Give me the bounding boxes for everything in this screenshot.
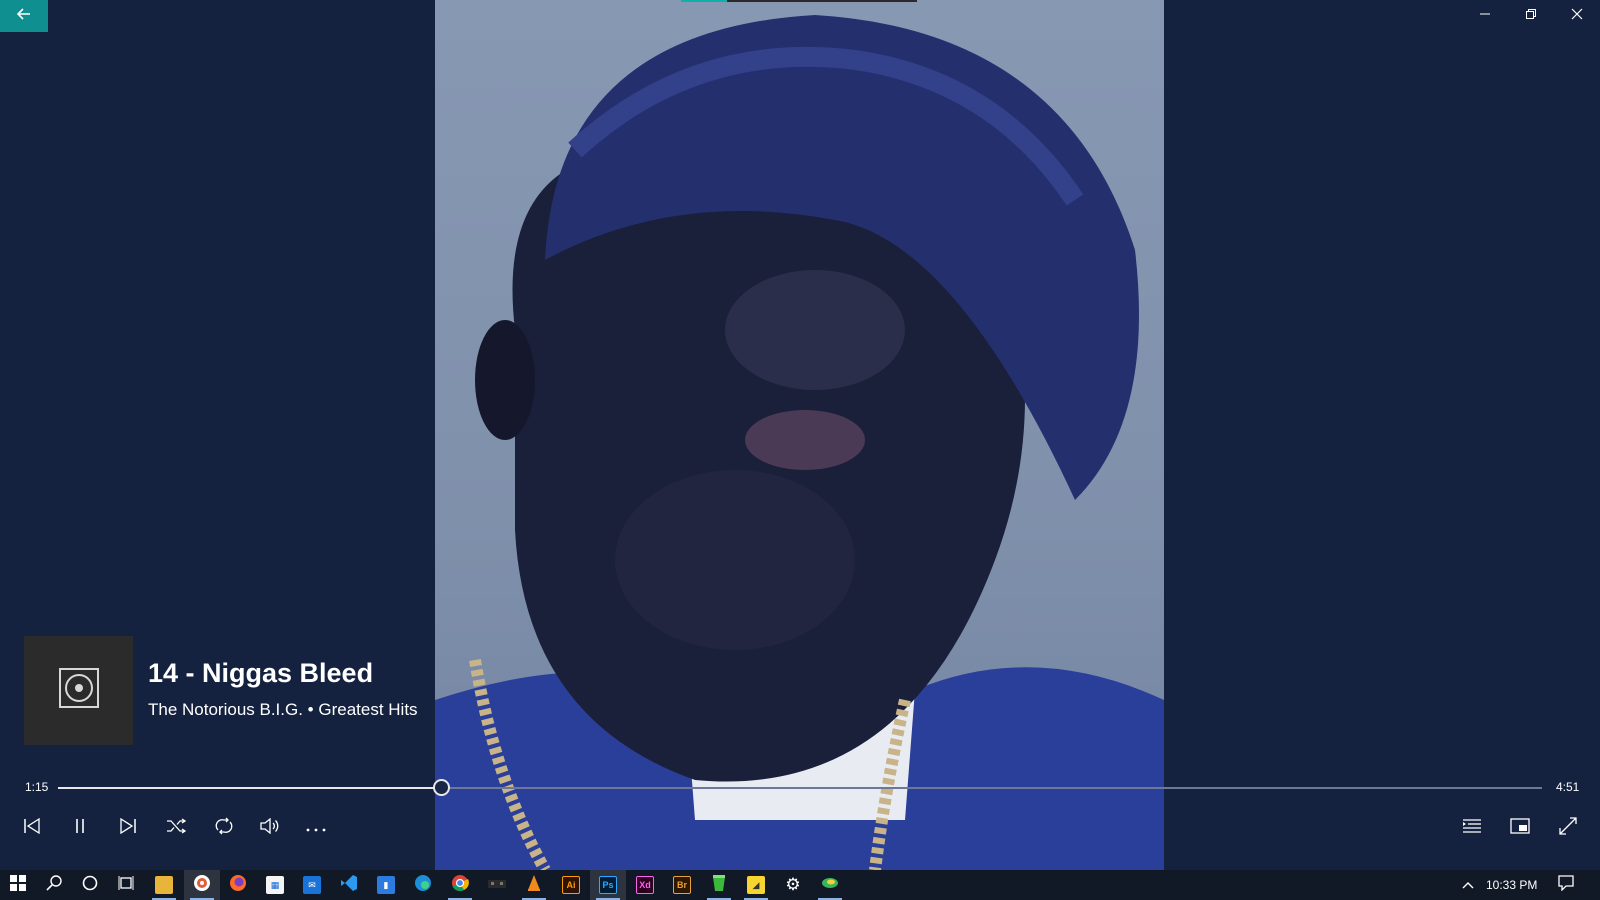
shuffle-button[interactable]: [158, 813, 194, 843]
search-button[interactable]: [36, 870, 72, 900]
blue-app-icon: ▮: [377, 876, 395, 894]
vscode-icon: [340, 874, 358, 897]
cortana-icon: [82, 875, 98, 896]
pause-button[interactable]: [62, 813, 98, 843]
taskbar-bridge[interactable]: Br: [664, 870, 700, 900]
minimize-button[interactable]: [1462, 0, 1508, 32]
taskbar-green-app[interactable]: [701, 870, 737, 900]
artist-portrait-illustration: [435, 15, 1164, 870]
restore-button[interactable]: [1508, 0, 1554, 32]
music-disc-icon: [58, 667, 100, 714]
album-art-placeholder: [24, 636, 133, 745]
previous-icon: [23, 817, 41, 839]
groove-music-icon: [193, 874, 211, 897]
taskbar-clock[interactable]: 10:33 PM: [1486, 878, 1537, 892]
taskbar-vlc[interactable]: [516, 870, 552, 900]
xd-icon: Xd: [636, 876, 654, 894]
show-hidden-icons-button[interactable]: [1455, 870, 1481, 900]
taskbar-edge[interactable]: [405, 870, 441, 900]
back-arrow-icon: [16, 6, 32, 27]
action-center-button[interactable]: [1548, 870, 1584, 900]
groove-music-window: 14 - Niggas Bleed The Notorious B.I.G. •…: [0, 0, 1600, 870]
full-screen-icon: [1559, 816, 1577, 840]
microsoft-store-icon: ▦: [266, 876, 284, 894]
photoshop-icon: Ps: [599, 876, 617, 894]
chevron-up-icon: [1462, 876, 1474, 894]
settings-gear-icon: ⚙: [785, 875, 801, 894]
taskbar-firefox[interactable]: [220, 870, 256, 900]
taskbar-settings[interactable]: ⚙: [775, 870, 811, 900]
sticky-notes-icon: ◢: [747, 876, 765, 894]
taskbar-sticky-notes[interactable]: ◢: [738, 870, 774, 900]
search-icon: [46, 874, 62, 896]
close-icon: [1571, 7, 1583, 25]
artist-album-link[interactable]: The Notorious B.I.G. • Greatest Hits: [148, 700, 418, 720]
back-button[interactable]: [0, 0, 48, 32]
taskbar-groove-music[interactable]: [184, 870, 220, 900]
taskbar-photoshop[interactable]: Ps: [590, 870, 626, 900]
taskbar-illustrator[interactable]: Ai: [553, 870, 589, 900]
pixel-app-icon: [488, 876, 506, 895]
seek-bar-progress: [58, 787, 441, 789]
tab-indicator: [681, 0, 727, 2]
file-explorer-icon: [155, 876, 173, 894]
firefox-icon: [229, 874, 247, 897]
repeat-icon: [214, 817, 234, 840]
taskbar-mail[interactable]: ✉: [294, 870, 330, 900]
taskbar-file-explorer[interactable]: [146, 870, 182, 900]
green-app-icon: [712, 874, 726, 897]
volume-icon: [260, 817, 280, 839]
taskbar-microsoft-store[interactable]: ▦: [257, 870, 293, 900]
notification-icon: [1558, 874, 1574, 896]
pause-icon: [73, 818, 87, 839]
bridge-icon: Br: [673, 876, 691, 894]
tab-indicator-track: [727, 0, 917, 2]
more-button[interactable]: [298, 813, 334, 843]
full-screen-button[interactable]: [1550, 813, 1586, 843]
snip-app-icon: [821, 876, 839, 895]
next-icon: [119, 817, 137, 839]
now-playing-list-icon: [1462, 818, 1482, 839]
seek-thumb[interactable]: [432, 779, 450, 796]
taskbar-xd[interactable]: Xd: [627, 870, 663, 900]
more-icon: [306, 819, 326, 837]
windows-taskbar: ▦ ✉ ▮ Ai Ps Xd Br ◢ ⚙: [0, 870, 1600, 900]
edge-icon: [414, 874, 432, 897]
mini-player-icon: [1510, 817, 1530, 839]
artist-image: [435, 0, 1164, 870]
previous-button[interactable]: [14, 813, 50, 843]
start-button[interactable]: [0, 870, 36, 900]
seek-bar[interactable]: [58, 779, 1542, 796]
task-view-button[interactable]: [108, 870, 144, 900]
shuffle-icon: [166, 817, 187, 839]
chrome-icon: [451, 874, 469, 897]
total-time: 4:51: [1556, 780, 1580, 794]
close-button[interactable]: [1554, 0, 1600, 32]
song-title: 14 - Niggas Bleed: [148, 658, 374, 688]
task-view-icon: [118, 875, 134, 896]
windows-logo-icon: [10, 874, 26, 896]
mini-player-button[interactable]: [1502, 813, 1538, 843]
taskbar-pixel-app[interactable]: [479, 870, 515, 900]
repeat-button[interactable]: [206, 813, 242, 843]
mail-icon: ✉: [303, 876, 321, 894]
vlc-icon: [525, 874, 543, 897]
taskbar-vscode[interactable]: [331, 870, 367, 900]
cortana-button[interactable]: [72, 870, 108, 900]
taskbar-chrome[interactable]: [442, 870, 478, 900]
next-button[interactable]: [110, 813, 146, 843]
now-playing-list-button[interactable]: [1454, 813, 1490, 843]
elapsed-time: 1:15: [25, 780, 49, 794]
minimize-icon: [1479, 7, 1491, 25]
taskbar-blue-app[interactable]: ▮: [368, 870, 404, 900]
taskbar-snip-app[interactable]: [812, 870, 848, 900]
volume-button[interactable]: [252, 813, 288, 843]
illustrator-icon: Ai: [562, 876, 580, 894]
restore-icon: [1525, 7, 1537, 25]
